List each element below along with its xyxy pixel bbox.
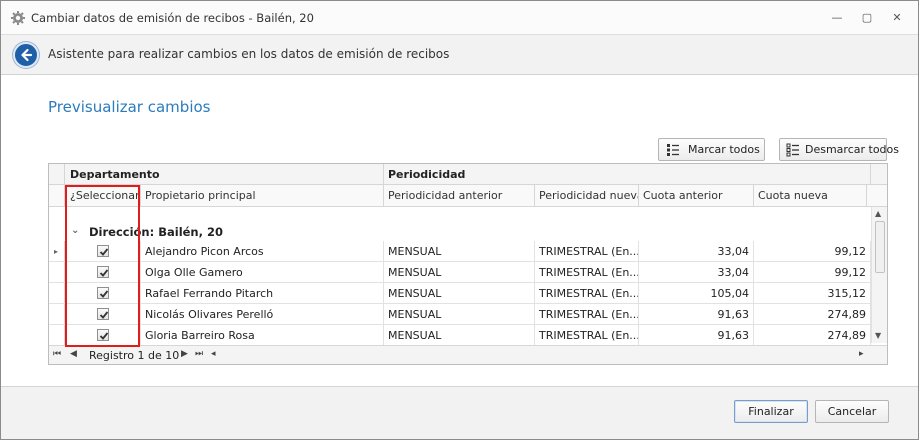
scroll-right-icon[interactable]: ▸ <box>859 349 864 359</box>
title-bar[interactable]: Cambiar datos de emisión de recibos - Ba… <box>1 1 918 35</box>
scroll-thumb[interactable] <box>875 221 885 273</box>
deselect-all-button[interactable]: Desmarcar todos <box>779 138 899 161</box>
cell-cuota-anterior: 33,04 <box>639 262 754 282</box>
cell-cuota-anterior: 105,04 <box>639 283 754 303</box>
table-row[interactable]: Olga Olle Gamero MENSUAL TRIMESTRAL (En...… <box>49 262 871 283</box>
select-cell <box>66 283 141 303</box>
cell-periodicidad-nueva: TRIMESTRAL (En... <box>535 325 639 345</box>
dialog-window: Cambiar datos de emisión de recibos - Ba… <box>0 0 919 440</box>
checkbox-checked-icon[interactable] <box>97 329 109 341</box>
scroll-down-icon[interactable]: ▼ <box>875 331 881 340</box>
column-periodicidad-anterior[interactable]: Periodicidad anterior <box>384 185 535 206</box>
cell-propietario: Alejandro Picon Arcos <box>141 241 384 261</box>
back-button[interactable] <box>13 42 39 68</box>
row-indicator[interactable] <box>49 325 65 345</box>
minimize-button[interactable]: — <box>829 10 845 26</box>
cell-periodicidad-anterior: MENSUAL <box>384 283 535 303</box>
row-indicator[interactable] <box>49 283 65 303</box>
row-indicator[interactable] <box>49 304 65 324</box>
cell-periodicidad-nueva: TRIMESTRAL (En... <box>535 283 639 303</box>
table-row[interactable]: Nicolás Olivares Perelló MENSUAL TRIMESTRA… <box>49 304 871 325</box>
select-cell <box>66 304 141 324</box>
table-row[interactable]: Gloria Barreiro Rosa MENSUAL TRIMESTRAL (E… <box>49 325 871 346</box>
cell-periodicidad-anterior: MENSUAL <box>384 304 535 324</box>
band-indicator-spacer <box>49 164 65 184</box>
select-cell <box>66 262 141 282</box>
band-periodicidad[interactable]: Periodicidad <box>384 164 871 185</box>
vertical-scrollbar[interactable]: ▲ ▼ <box>871 207 887 343</box>
current-row-icon: ▸ <box>54 247 59 256</box>
finish-button[interactable]: Finalizar <box>734 400 808 423</box>
select-cell <box>66 241 141 261</box>
grid-column-header: ¿Seleccionar? Propietario principal Peri… <box>49 185 887 207</box>
scroll-left-icon[interactable]: ◂ <box>211 349 216 359</box>
column-seleccionar[interactable]: ¿Seleccionar? <box>66 185 141 206</box>
preview-grid[interactable]: Departamento Periodicidad ¿Seleccionar? … <box>48 163 888 365</box>
column-cuota-anterior[interactable]: Cuota anterior <box>639 185 754 206</box>
select-all-button[interactable]: Marcar todos <box>658 138 765 161</box>
first-record-icon[interactable]: ⏮ <box>53 349 61 359</box>
group-row[interactable]: ⌄ Dirección: Bailén, 20 <box>49 222 871 241</box>
prev-record-icon[interactable]: ◀ <box>70 349 77 359</box>
group-label: Dirección: Bailén, 20 <box>89 225 223 239</box>
checkbox-checked-icon[interactable] <box>97 308 109 320</box>
last-record-icon[interactable]: ⏭ <box>195 349 203 359</box>
cell-cuota-anterior: 91,63 <box>639 304 754 324</box>
checkbox-checked-icon[interactable] <box>97 287 109 299</box>
list-check-icon <box>666 143 680 157</box>
grid-band-header: Departamento Periodicidad <box>49 164 887 185</box>
row-indicator[interactable]: ▸ <box>49 241 65 261</box>
cell-cuota-nueva: 99,12 <box>754 241 871 261</box>
row-indicator[interactable] <box>49 262 65 282</box>
column-indicator-spacer <box>49 185 65 206</box>
cell-cuota-nueva: 315,12 <box>754 283 871 303</box>
table-row[interactable]: ▸ Alejandro Picon Arcos MENSUAL TRIMESTRAL … <box>49 241 871 262</box>
cell-propietario: Olga Olle Gamero <box>141 262 384 282</box>
close-button[interactable]: ✕ <box>889 10 905 26</box>
list-uncheck-icon <box>786 143 800 157</box>
cell-propietario: Nicolás Olivares Perelló <box>141 304 384 324</box>
page-title: Previsualizar cambios <box>48 98 211 116</box>
cell-cuota-nueva: 99,12 <box>754 262 871 282</box>
record-navigator: ⏮ ◀ Registro 1 de 10 ▶ ⏭ ◂ ▸ <box>49 345 887 364</box>
deselect-all-label: Desmarcar todos <box>805 143 899 156</box>
chevron-down-icon[interactable]: ⌄ <box>71 225 79 236</box>
wizard-header: Asistente para realizar cambios en los d… <box>1 35 918 75</box>
band-departamento[interactable]: Departamento <box>66 164 384 185</box>
maximize-button[interactable]: ▢ <box>859 10 875 26</box>
select-all-label: Marcar todos <box>688 143 760 156</box>
cell-periodicidad-anterior: MENSUAL <box>384 241 535 261</box>
table-row[interactable]: Rafael Ferrando Pitarch MENSUAL TRIMESTRAL… <box>49 283 871 304</box>
select-cell <box>66 325 141 345</box>
cell-cuota-nueva: 274,89 <box>754 325 871 345</box>
column-cuota-nueva[interactable]: Cuota nueva <box>754 185 867 206</box>
gear-icon <box>10 10 26 26</box>
cell-periodicidad-nueva: TRIMESTRAL (En... <box>535 304 639 324</box>
cell-periodicidad-nueva: TRIMESTRAL (En... <box>535 262 639 282</box>
checkbox-checked-icon[interactable] <box>97 266 109 278</box>
cell-periodicidad-anterior: MENSUAL <box>384 262 535 282</box>
column-periodicidad-nueva[interactable]: Periodicidad nueva <box>535 185 639 206</box>
window-title: Cambiar datos de emisión de recibos - Ba… <box>31 11 314 25</box>
back-arrow-icon <box>21 48 33 62</box>
cancel-button[interactable]: Cancelar <box>815 400 889 423</box>
next-record-icon[interactable]: ▶ <box>181 349 188 359</box>
cell-cuota-anterior: 33,04 <box>639 241 754 261</box>
cell-propietario: Gloria Barreiro Rosa <box>141 325 384 345</box>
record-counter: Registro 1 de 10 <box>89 349 180 362</box>
cell-cuota-nueva: 274,89 <box>754 304 871 324</box>
cell-propietario: Rafael Ferrando Pitarch <box>141 283 384 303</box>
wizard-subtitle: Asistente para realizar cambios en los d… <box>48 47 450 61</box>
cell-periodicidad-nueva: TRIMESTRAL (En... <box>535 241 639 261</box>
scroll-up-icon[interactable]: ▲ <box>875 209 881 218</box>
cell-periodicidad-anterior: MENSUAL <box>384 325 535 345</box>
checkbox-checked-icon[interactable] <box>97 245 109 257</box>
dialog-footer: Finalizar Cancelar <box>1 386 918 439</box>
cell-cuota-anterior: 91,63 <box>639 325 754 345</box>
column-propietario[interactable]: Propietario principal <box>141 185 384 206</box>
